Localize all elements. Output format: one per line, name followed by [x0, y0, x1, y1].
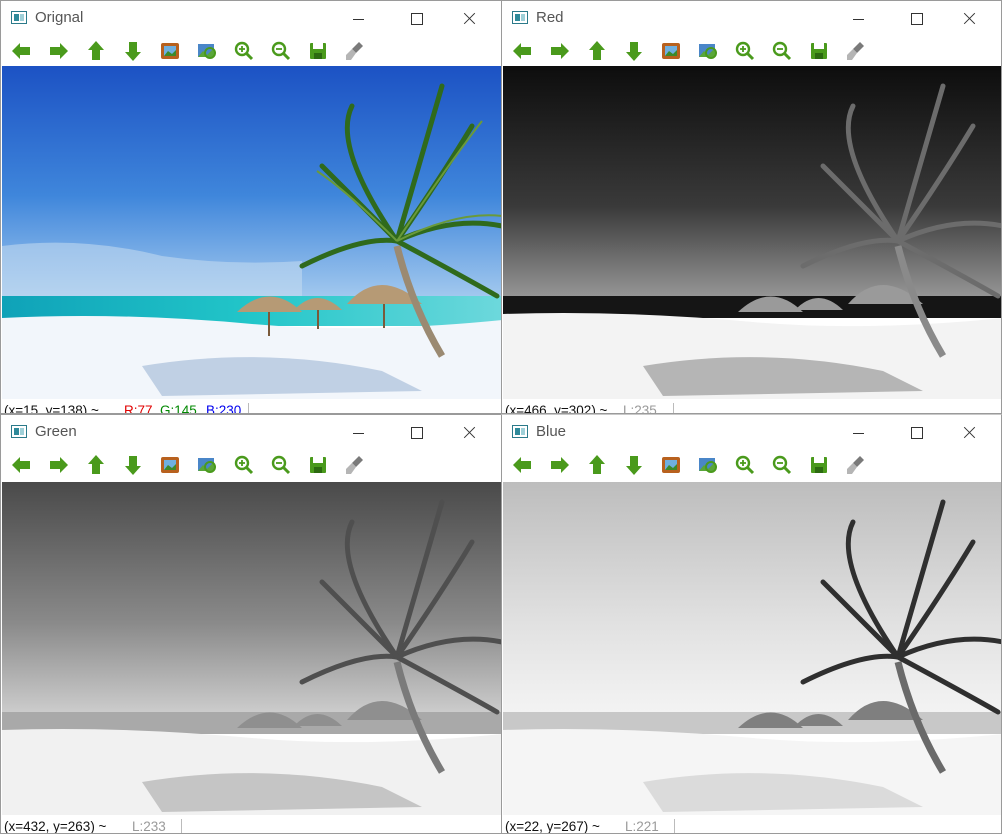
- window-title: Blue: [536, 423, 567, 440]
- cursor-position: (x=15, y=138) ~: [4, 403, 99, 414]
- status-divider: [674, 819, 675, 833]
- window-title: Orignal: [35, 9, 84, 26]
- status-bar: (x=432, y=263) ~ L:233: [1, 815, 501, 833]
- toolbar: [502, 449, 1001, 480]
- toolbar-icons[interactable]: [502, 449, 1002, 480]
- beach-image-green-channel: [2, 482, 501, 815]
- red-value: R:77: [124, 403, 153, 414]
- minimize-button[interactable]: [335, 4, 381, 32]
- beach-image: [2, 66, 501, 399]
- cursor-position: (x=466, y=302) ~: [505, 403, 608, 414]
- window-blue: Blue (x=22, y=267) ~ L:221: [501, 414, 1002, 834]
- title-bar[interactable]: Orignal: [1, 1, 501, 35]
- app-icon: [512, 11, 528, 24]
- toolbar: [1, 449, 501, 480]
- app-icon: [512, 425, 528, 438]
- close-button[interactable]: [447, 418, 493, 446]
- maximize-button[interactable]: [893, 4, 939, 32]
- luminance-value: L:221: [625, 819, 659, 834]
- status-divider: [248, 403, 249, 413]
- app-icon: [11, 11, 27, 24]
- toolbar-icons[interactable]: [1, 35, 502, 66]
- minimize-button[interactable]: [835, 4, 881, 32]
- window-red: Red (x=466, y=302) ~ L:235: [501, 0, 1002, 414]
- status-divider: [181, 819, 182, 833]
- close-button[interactable]: [447, 4, 493, 32]
- blue-value: B:230: [206, 403, 242, 414]
- image-view[interactable]: [503, 66, 1001, 399]
- app-icon: [11, 425, 27, 438]
- status-bar: (x=466, y=302) ~ L:235: [502, 399, 1001, 414]
- minimize-button[interactable]: [835, 418, 881, 446]
- window-title: Green: [35, 423, 77, 440]
- minimize-button[interactable]: [335, 418, 381, 446]
- green-value: G:145: [160, 403, 197, 414]
- window-green: Green (x=432, y=263) ~ L:233: [0, 414, 502, 834]
- toolbar: [502, 35, 1001, 66]
- title-bar[interactable]: Red: [502, 1, 1001, 35]
- luminance-value: L:233: [132, 819, 166, 834]
- toolbar-icons[interactable]: [502, 35, 1002, 66]
- title-bar[interactable]: Green: [1, 415, 501, 449]
- toolbar: [1, 35, 501, 66]
- close-button[interactable]: [947, 4, 993, 32]
- title-bar[interactable]: Blue: [502, 415, 1001, 449]
- status-bar: (x=15, y=138) ~ R:77 G:145 B:230: [1, 399, 501, 414]
- maximize-button[interactable]: [893, 418, 939, 446]
- cursor-position: (x=22, y=267) ~: [505, 819, 600, 834]
- image-view[interactable]: [2, 66, 501, 399]
- beach-image-red-channel: [503, 66, 1001, 399]
- close-button[interactable]: [947, 418, 993, 446]
- cursor-position: (x=432, y=263) ~: [4, 819, 107, 834]
- image-view[interactable]: [503, 482, 1001, 815]
- image-view[interactable]: [2, 482, 501, 815]
- maximize-button[interactable]: [393, 418, 439, 446]
- maximize-button[interactable]: [393, 4, 439, 32]
- toolbar-icons[interactable]: [1, 449, 502, 480]
- beach-image-blue-channel: [503, 482, 1001, 815]
- status-bar: (x=22, y=267) ~ L:221: [502, 815, 1001, 833]
- window-title: Red: [536, 9, 564, 26]
- status-divider: [673, 403, 674, 413]
- luminance-value: L:235: [623, 403, 657, 414]
- window-original: Orignal (x=15, y=138) ~ R:77 G:145 B:230: [0, 0, 502, 414]
